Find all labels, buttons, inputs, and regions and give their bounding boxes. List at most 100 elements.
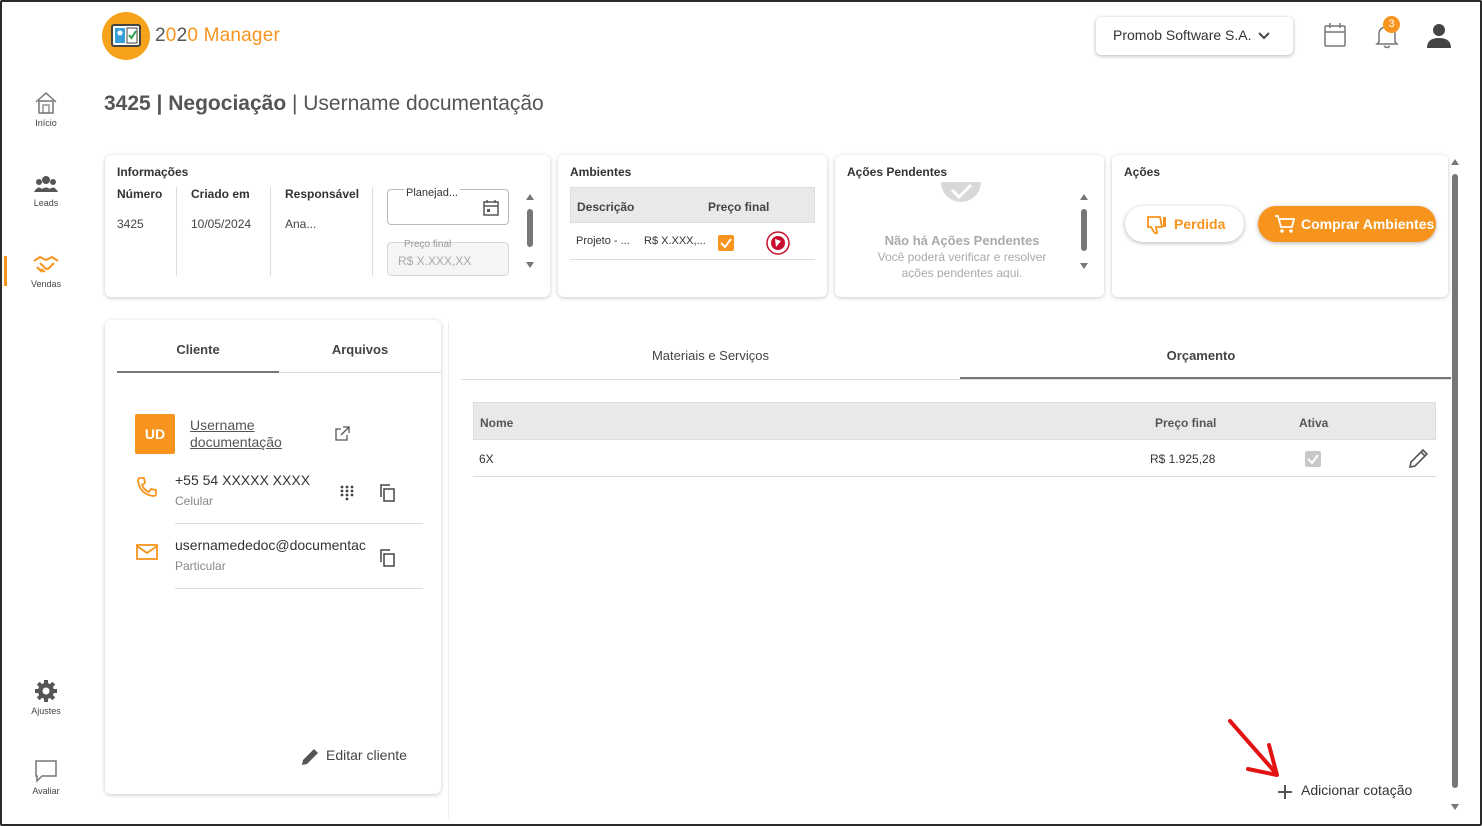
scrollbar[interactable] — [1081, 209, 1087, 251]
copy-icon[interactable] — [379, 549, 395, 567]
scroll-up-arrow[interactable] — [1080, 194, 1088, 200]
calendar-icon[interactable] — [483, 199, 499, 216]
client-name-line1: Username — [190, 417, 255, 433]
contact-divider — [175, 588, 423, 589]
ativa-checkbox — [1305, 451, 1321, 467]
scroll-up-arrow[interactable] — [526, 194, 534, 200]
informacoes-title: Informações — [117, 165, 189, 179]
acoes-title: Ações — [1124, 165, 1161, 179]
client-avatar: UD — [135, 414, 175, 454]
tab-orcamento[interactable]: Orçamento — [960, 348, 1442, 363]
company-name: Promob Software S.A. — [1113, 27, 1252, 43]
external-link-icon[interactable] — [334, 426, 350, 442]
criado-header: Criado em — [191, 187, 250, 201]
responsavel-header: Responsável — [285, 187, 360, 201]
comprar-label: Comprar Ambientes — [1301, 216, 1435, 232]
comprar-ambientes-button[interactable]: Comprar Ambientes — [1258, 206, 1436, 242]
mail-icon — [136, 544, 158, 560]
ambiente-checkbox[interactable] — [718, 235, 734, 251]
handshake-icon — [33, 255, 59, 273]
contact-divider — [175, 523, 423, 524]
sidebar-item-label: Início — [35, 118, 57, 128]
numero-column: Número 3425 — [117, 187, 162, 277]
sidebar-item-label: Ajustes — [31, 706, 61, 716]
nome-header: Nome — [480, 416, 514, 430]
ambiente-preco: R$ X.XXX,... — [644, 235, 706, 247]
calendar-icon[interactable] — [1324, 22, 1346, 48]
cotacao-preco: R$ 1.925,28 — [1150, 452, 1216, 466]
client-phone-type: Celular — [175, 494, 214, 508]
responsavel-value: Ana... — [285, 217, 317, 231]
tab-cliente[interactable]: Cliente — [117, 342, 279, 357]
orcamento-table-header: Nome Preço final Ativa — [473, 402, 1436, 440]
client-email: usernamededoc@documentac — [175, 537, 366, 553]
scroll-down-arrow[interactable] — [1080, 263, 1088, 269]
sidebar-item-vendas[interactable]: Vendas — [2, 251, 90, 289]
status-value: Planejad... — [404, 187, 460, 199]
chat-icon — [35, 760, 57, 783]
sidebar-item-leads[interactable]: Leads — [2, 172, 90, 208]
cotacao-nome: 6X — [479, 452, 494, 466]
scroll-down-arrow[interactable] — [1451, 804, 1459, 810]
dialpad-icon[interactable] — [340, 485, 354, 501]
logo — [102, 12, 150, 60]
pencil-icon[interactable] — [1408, 447, 1430, 469]
divider — [372, 187, 373, 276]
notification-badge: 3 — [1383, 16, 1400, 33]
home-icon — [35, 91, 57, 114]
tab-materiais-servicos[interactable]: Materiais e Serviços — [461, 348, 960, 363]
edit-client-label: Editar cliente — [326, 747, 407, 763]
tab-active-indicator — [117, 371, 279, 373]
preco-final-header: Preço final — [1155, 416, 1217, 430]
ambientes-table-header: Descrição Preço final — [570, 187, 815, 223]
numero-header: Número — [117, 187, 163, 201]
preco-header: Preço final — [708, 200, 770, 214]
client-email-type: Particular — [175, 559, 226, 573]
copy-icon[interactable] — [379, 484, 395, 502]
adicionar-cotacao-label: Adicionar cotação — [1301, 782, 1413, 798]
responsavel-column: Responsável Ana... — [285, 187, 359, 277]
table-row[interactable]: 6X R$ 1.925,28 — [473, 440, 1436, 477]
empty-state-title: Não há Ações Pendentes — [884, 233, 1040, 248]
perdida-button[interactable]: Perdida — [1125, 206, 1244, 242]
client-name-link[interactable]: Username documentação — [190, 417, 282, 451]
status-select[interactable]: Planejad... — [387, 187, 509, 225]
plus-icon — [1278, 785, 1292, 799]
check-icon — [1307, 454, 1319, 465]
tab-arquivos[interactable]: Arquivos — [279, 342, 441, 357]
ambientes-title: Ambientes — [570, 165, 632, 179]
ativa-header: Ativa — [1299, 416, 1329, 430]
sidebar-item-label: Leads — [33, 198, 59, 208]
tabs-divider — [461, 379, 1451, 380]
panel-divider — [448, 322, 449, 818]
scroll-down-arrow[interactable] — [526, 262, 534, 268]
chevron-down-icon — [1258, 32, 1270, 40]
acoes-pendentes-title: Ações Pendentes — [847, 165, 948, 179]
sidebar-item-label: Avaliar — [32, 786, 60, 796]
sidebar-item-inicio[interactable]: Início — [2, 90, 90, 128]
check-circle-icon — [941, 182, 981, 202]
page-scrollbar[interactable] — [1452, 174, 1458, 788]
logo-text: 2020 Manager — [155, 25, 280, 46]
company-selector[interactable]: Promob Software S.A. — [1096, 17, 1293, 55]
ambientes-row[interactable]: Projeto - ... R$ X.XXX,... — [570, 224, 815, 260]
preco-final-label: Preço final — [404, 239, 452, 250]
empty-state-line2: ações pendentes aqui. — [901, 266, 1023, 278]
empty-state-line1: Você poderá verificar e resolver — [877, 250, 1047, 264]
preco-final-value: R$ X.XXX,XX — [398, 254, 472, 268]
logo-icon — [111, 24, 141, 47]
ambiente-descricao: Projeto - ... — [576, 235, 630, 247]
promob-render-icon[interactable] — [765, 230, 791, 256]
descricao-header: Descrição — [577, 200, 635, 214]
thumbs-down-icon — [1147, 216, 1166, 235]
numero-value: 3425 — [117, 217, 144, 231]
divider — [270, 187, 271, 276]
sidebar-item-ajustes[interactable]: Ajustes — [2, 678, 90, 716]
scroll-up-arrow[interactable] — [1451, 159, 1459, 165]
pencil-icon — [302, 749, 318, 765]
user-avatar-icon[interactable] — [1426, 22, 1452, 50]
client-name-line2: documentação — [190, 434, 282, 450]
sidebar-item-avaliar[interactable]: Avaliar — [2, 758, 90, 796]
sidebar-item-label: Vendas — [30, 279, 62, 289]
scrollbar[interactable] — [527, 209, 533, 247]
